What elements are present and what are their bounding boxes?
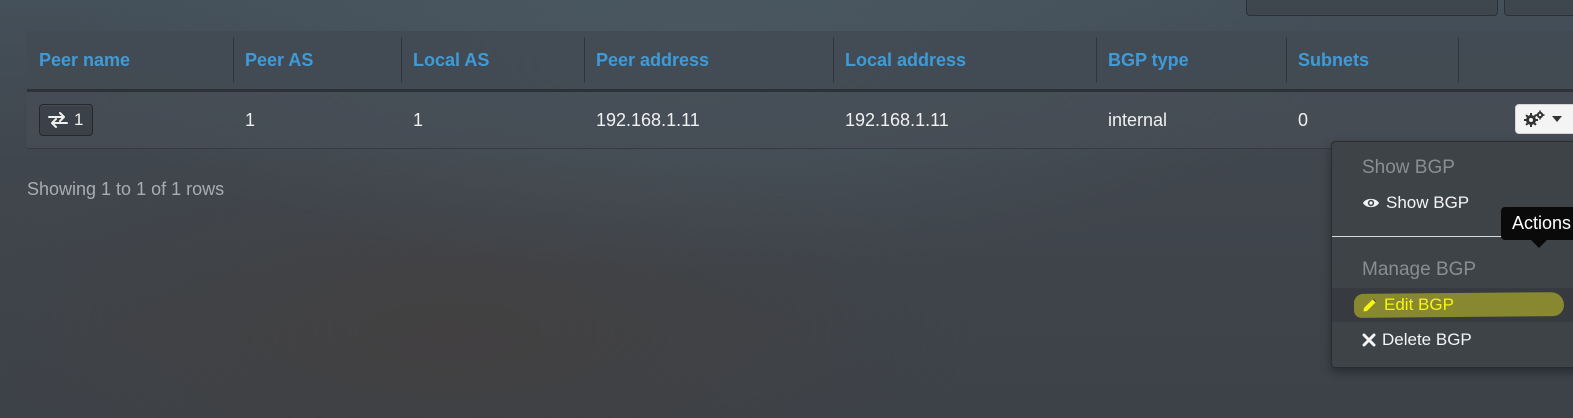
column-header-local-address[interactable]: Local address — [833, 31, 1096, 92]
actions-dropdown-button[interactable] — [1515, 104, 1573, 134]
top-toolbar-button-secondary[interactable] — [1504, 0, 1573, 16]
pagination-info: Showing 1 to 1 of 1 rows — [27, 179, 225, 199]
column-header-peer-name[interactable]: Peer name — [27, 31, 233, 92]
column-header-peer-address[interactable]: Peer address — [584, 31, 833, 92]
menu-header-show: Show BGP — [1362, 157, 1455, 178]
close-icon — [1362, 333, 1376, 347]
cell-bgp-type: internal — [1096, 90, 1286, 149]
cell-local-address: 192.168.1.11 — [833, 90, 1096, 149]
menu-header-manage: Manage BGP — [1362, 259, 1477, 280]
tooltip-arrow — [1531, 240, 1547, 248]
cell-peer-name: 1 — [27, 90, 233, 149]
column-header-subnets[interactable]: Subnets — [1286, 31, 1458, 92]
caret-down-icon — [1552, 116, 1562, 122]
column-header-actions — [1458, 31, 1573, 92]
gears-icon — [1524, 110, 1545, 127]
table-row: 1 1 1 192.168.1.11 192.168.1.11 internal… — [27, 90, 1573, 149]
delete-bgp-menu-item[interactable]: Delete BGP — [1332, 323, 1573, 357]
delete-bgp-label: Delete BGP — [1382, 330, 1472, 349]
actions-tooltip: Actions — [1501, 207, 1573, 240]
edit-bgp-menu-item[interactable]: Edit BGP — [1332, 288, 1573, 322]
cell-peer-as: 1 — [233, 90, 401, 149]
peer-name-label: 1 — [74, 110, 84, 129]
table-header-row: Peer name Peer AS Local AS Peer address … — [27, 31, 1573, 92]
peer-name-button[interactable]: 1 — [39, 104, 94, 136]
exchange-icon — [48, 112, 68, 128]
bgp-peers-table: Peer name Peer AS Local AS Peer address … — [27, 31, 1573, 149]
cell-local-as: 1 — [401, 90, 584, 149]
pencil-icon — [1363, 298, 1377, 312]
eye-icon — [1363, 198, 1379, 208]
column-header-peer-as[interactable]: Peer AS — [233, 31, 401, 92]
column-header-local-as[interactable]: Local AS — [401, 31, 584, 92]
top-toolbar-button[interactable] — [1246, 0, 1498, 16]
actions-dropdown-menu: Show BGP Show BGP Manage BGP Edit BGP De… — [1331, 141, 1573, 368]
edit-bgp-label: Edit BGP — [1384, 295, 1454, 314]
show-bgp-label: Show BGP — [1386, 193, 1470, 212]
cell-subnets: 0 — [1286, 90, 1458, 149]
column-header-bgp-type[interactable]: BGP type — [1096, 31, 1286, 92]
cell-peer-address: 192.168.1.11 — [584, 90, 833, 149]
